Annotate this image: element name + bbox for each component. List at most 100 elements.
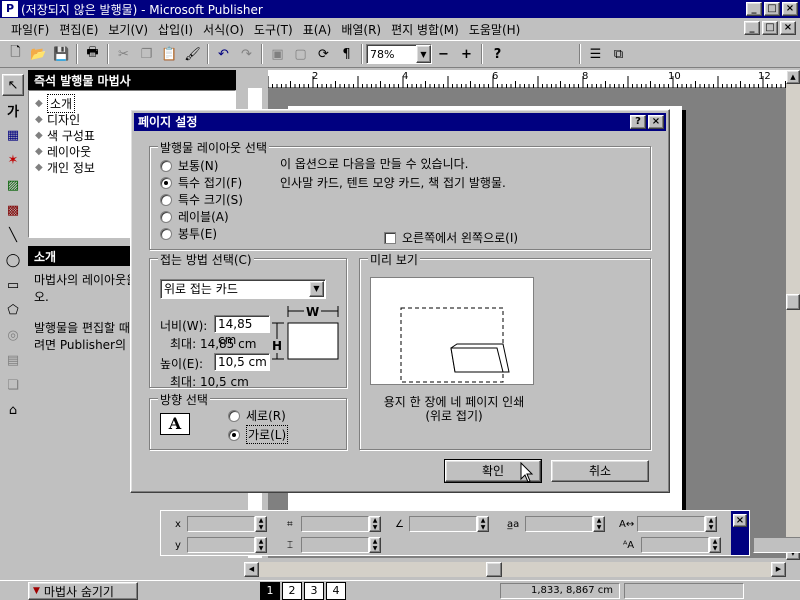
new-file-icon[interactable]: 🗋 (4, 43, 27, 65)
width-field[interactable] (301, 516, 369, 532)
layout-guides-icon[interactable]: ☰ (584, 43, 607, 65)
rtl-checkbox[interactable]: 오른쪽에서 왼쪽으로(I) (384, 229, 518, 246)
scroll-left-icon[interactable]: ◀ (244, 562, 259, 577)
zoom-select[interactable]: 78% ▼ (366, 44, 432, 64)
properties-icon[interactable]: ⧉ (607, 43, 630, 65)
scroll-thumb[interactable] (486, 562, 502, 577)
horizontal-scrollbar[interactable]: ◀ ▶ (244, 562, 786, 577)
height-input[interactable]: 10,5 cm (214, 353, 270, 371)
width-input[interactable]: 14,85 cm (214, 315, 270, 347)
bring-to-front-icon[interactable]: ▣ (266, 43, 289, 65)
fold-type-select[interactable]: 위로 접는 카드 ▼ (160, 279, 326, 299)
close-icon[interactable]: × (733, 514, 747, 527)
scroll-thumb[interactable] (786, 294, 800, 310)
design-object-icon[interactable]: ⌂ (2, 399, 24, 421)
dialog-titlebar[interactable]: 페이지 설정 ? × (134, 113, 666, 131)
menu-help[interactable]: 도움말(H) (464, 21, 526, 38)
send-to-back-icon[interactable]: ▢ (289, 43, 312, 65)
y-position-field[interactable] (187, 537, 255, 553)
rotation-field[interactable] (409, 516, 477, 532)
copy-icon[interactable]: ❐ (135, 43, 158, 65)
custom-shapes-icon[interactable]: ⬠ (2, 299, 24, 321)
paste-icon[interactable]: 📋 (158, 43, 181, 65)
menu-edit[interactable]: 편집(E) (54, 21, 103, 38)
menu-table[interactable]: 표(A) (298, 21, 337, 38)
page-button-2[interactable]: 2 (282, 582, 302, 600)
hide-wizard-button[interactable]: ▼ 마법사 숨기기 (28, 582, 138, 600)
line-tool-icon[interactable]: ╲ (2, 224, 24, 246)
page-button-3[interactable]: 3 (304, 582, 324, 600)
page-button-1[interactable]: 1 (260, 582, 280, 600)
text-scale-field[interactable] (637, 516, 705, 532)
orientation-landscape[interactable]: 가로(L) (228, 425, 289, 444)
clip-gallery-icon[interactable]: ▩ (2, 199, 24, 221)
text-frame-icon[interactable]: 가 (2, 99, 24, 121)
zoom-out-button[interactable]: − (432, 43, 455, 65)
spinner-icon[interactable]: ▲ ▼ (705, 516, 717, 532)
line-spacing-field[interactable] (753, 537, 800, 553)
layout-option-label[interactable]: 레이블(A) (160, 208, 229, 225)
menu-view[interactable]: 보기(V) (103, 21, 153, 38)
help-button[interactable]: ? (630, 115, 646, 129)
spinner-icon[interactable]: ▲ ▼ (369, 537, 381, 553)
pointer-icon[interactable]: ↖ (2, 74, 24, 96)
html-fragment-icon[interactable]: ▤ (2, 349, 24, 371)
design-gallery-icon[interactable]: ❏ (2, 374, 24, 396)
menu-format[interactable]: 서식(O) (198, 21, 249, 38)
scroll-up-icon[interactable]: ▲ (786, 70, 800, 84)
x-position-field[interactable] (187, 516, 255, 532)
doc-close-button[interactable]: × (780, 21, 796, 35)
spinner-icon[interactable]: ▲ ▼ (369, 516, 381, 532)
orientation-portrait[interactable]: 세로(R) (228, 407, 286, 424)
spinner-icon[interactable]: ▲ ▼ (255, 516, 267, 532)
print-icon[interactable]: 🖶 (81, 43, 104, 65)
dialog-close-button[interactable]: × (648, 115, 664, 129)
help-icon[interactable]: ? (486, 43, 509, 65)
height-field[interactable] (301, 537, 369, 553)
format-painter-icon[interactable]: 🖌 (181, 43, 204, 65)
picture-frame-icon[interactable]: ▨ (2, 174, 24, 196)
publisher-app-icon[interactable]: P (2, 1, 18, 17)
doc-restore-button[interactable]: □ (762, 21, 778, 35)
spinner-icon[interactable]: ▲ ▼ (709, 537, 721, 553)
menu-insert[interactable]: 삽입(I) (153, 21, 198, 38)
rotate-icon[interactable]: ⟳ (312, 43, 335, 65)
pilcrow-icon[interactable]: ¶ (335, 43, 358, 65)
kerning-field[interactable] (641, 537, 709, 553)
menu-arrange[interactable]: 배열(R) (336, 21, 386, 38)
minimize-button[interactable]: _ (746, 2, 762, 16)
char-spacing-field[interactable] (525, 516, 593, 532)
spinner-icon[interactable]: ▲ ▼ (255, 537, 267, 553)
layout-option-special-size[interactable]: 특수 크기(S) (160, 191, 243, 208)
chevron-down-icon[interactable]: ▼ (309, 281, 324, 297)
layout-option-envelope[interactable]: 봉투(E) (160, 225, 217, 242)
doc-minimize-button[interactable]: _ (744, 21, 760, 35)
menu-mail-merge[interactable]: 편지 병합(M) (386, 21, 464, 38)
spinner-icon[interactable]: ▲ ▼ (477, 516, 489, 532)
rectangle-tool-icon[interactable]: ▭ (2, 274, 24, 296)
layout-option-special-fold[interactable]: 특수 접기(F) (160, 174, 242, 191)
maximize-button[interactable]: □ (764, 2, 780, 16)
zoom-in-button[interactable]: + (455, 43, 478, 65)
open-folder-icon[interactable]: 📂 (27, 43, 50, 65)
table-frame-icon[interactable]: ▦ (2, 124, 24, 146)
scroll-right-icon[interactable]: ▶ (771, 562, 786, 577)
vertical-scrollbar[interactable]: ▲ ▼ (786, 70, 800, 560)
save-icon[interactable]: 💾 (50, 43, 73, 65)
layout-option-normal[interactable]: 보통(N) (160, 157, 218, 174)
horizontal-ruler[interactable]: 2 4 6 8 10 12 (267, 70, 786, 88)
undo-icon[interactable]: ↶ (212, 43, 235, 65)
close-button[interactable]: × (782, 2, 798, 16)
menu-tools[interactable]: 도구(T) (249, 21, 298, 38)
redo-icon[interactable]: ↷ (235, 43, 258, 65)
cut-icon[interactable]: ✂ (112, 43, 135, 65)
spinner-icon[interactable]: ▲ ▼ (593, 516, 605, 532)
chevron-down-icon[interactable]: ▼ (416, 45, 431, 63)
measurements-titlebar[interactable]: × (731, 511, 749, 555)
oval-tool-icon[interactable]: ◯ (2, 249, 24, 271)
menu-file[interactable]: 파일(F) (6, 21, 54, 38)
page-button-4[interactable]: 4 (326, 582, 346, 600)
wordart-icon[interactable]: ✶ (2, 149, 24, 171)
form-control-icon[interactable]: ◎ (2, 324, 24, 346)
cancel-button[interactable]: 취소 (551, 460, 649, 482)
